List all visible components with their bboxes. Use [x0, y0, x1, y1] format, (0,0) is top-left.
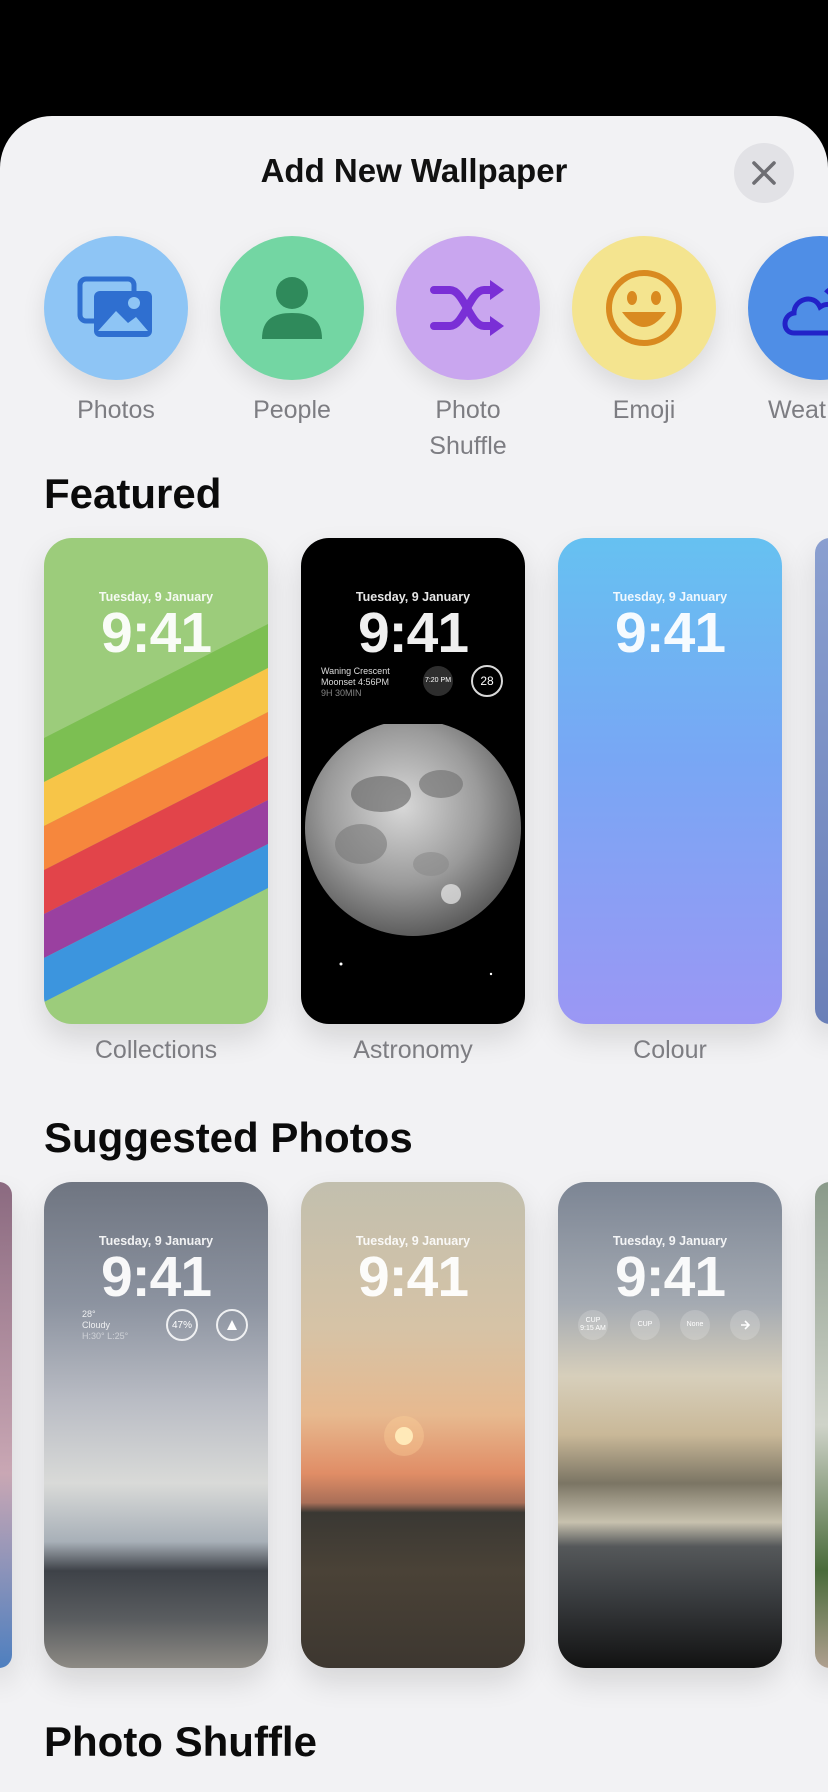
sunset-widget: 7:20 PM [423, 666, 453, 696]
card-label: Astronomy [353, 1036, 473, 1064]
category-label: People [253, 396, 331, 424]
photo-card-peek-left[interactable] [0, 1182, 12, 1668]
temperature-ring-widget: 28 [471, 665, 503, 697]
category-emoji[interactable]: Emoji [564, 236, 724, 428]
lock-time: 9:41 [357, 601, 469, 665]
directions-widget [730, 1310, 760, 1340]
category-label: Weat [768, 396, 826, 424]
wallpaper-card-peek[interactable] [815, 538, 828, 1024]
lock-time: 9:41 [614, 1245, 726, 1309]
close-button[interactable] [734, 143, 794, 203]
clock-widget: CUP 9:15 AM [578, 1310, 608, 1340]
category-photos[interactable]: Photos [36, 236, 196, 428]
suggested-photos-title: Suggested Photos [44, 1114, 413, 1161]
weather-cloud-icon [782, 288, 828, 336]
arrow-right-icon [741, 1320, 751, 1330]
close-icon [752, 161, 776, 185]
wallpaper-card-colour[interactable]: Tuesday, 9 January 9:41 [558, 538, 782, 1024]
lock-time: 9:41 [100, 601, 212, 665]
category-label: Photo Shuffle [429, 396, 507, 460]
photo-card-peek-right[interactable] [815, 1182, 828, 1668]
sheet-title: Add New Wallpaper [260, 152, 568, 189]
clock-widget: CUP [630, 1310, 660, 1340]
gauge-icon [227, 1320, 237, 1330]
humidity-ring-widget: 47% [166, 1309, 198, 1341]
featured-title: Featured [44, 470, 222, 517]
gauge-ring-widget [216, 1309, 248, 1341]
card-label: Collections [94, 1036, 218, 1064]
photos-icon [77, 276, 152, 337]
lock-time: 9:41 [100, 1245, 212, 1309]
photo-shuffle-title: Photo Shuffle [44, 1718, 317, 1765]
category-people[interactable]: People [212, 236, 372, 428]
moon-image [305, 724, 521, 976]
sun-image [384, 1416, 424, 1456]
alarm-widget: None [680, 1310, 710, 1340]
wallpaper-categories: Photos People Photo Shuffle Emoji Weat [0, 236, 828, 496]
suggested-photo-card[interactable]: Tuesday, 9 January 9:41 28° Cloudy H:30°… [44, 1182, 268, 1668]
category-weather[interactable]: Weat [740, 236, 828, 428]
wallpaper-card-collections[interactable]: Tuesday, 9 January 9:41 [44, 538, 268, 1024]
category-label: Emoji [612, 396, 676, 424]
shuffle-icon [430, 280, 504, 336]
person-icon [262, 277, 322, 339]
weather-widget: 28° Cloudy H:30° L:25° [82, 1309, 129, 1341]
category-label: Photos [77, 396, 155, 424]
moon-widget: Waning Crescent Moonset 4:56PM 9H 30MIN [321, 666, 390, 698]
smiley-icon [606, 270, 682, 346]
wallpaper-card-astronomy[interactable]: Tuesday, 9 January 9:41 Waning Crescent … [301, 538, 525, 1024]
add-wallpaper-sheet: Add New Wallpaper Photos People Photo Sh… [0, 116, 828, 1792]
category-photo-shuffle[interactable]: Photo Shuffle [388, 236, 548, 464]
suggested-photo-card[interactable]: Tuesday, 9 January 9:41 [301, 1182, 525, 1668]
card-label: Colour [633, 1036, 707, 1064]
lock-time: 9:41 [614, 601, 726, 665]
suggested-photo-card[interactable]: Tuesday, 9 January 9:41 CUP 9:15 AM CUP … [558, 1182, 782, 1668]
